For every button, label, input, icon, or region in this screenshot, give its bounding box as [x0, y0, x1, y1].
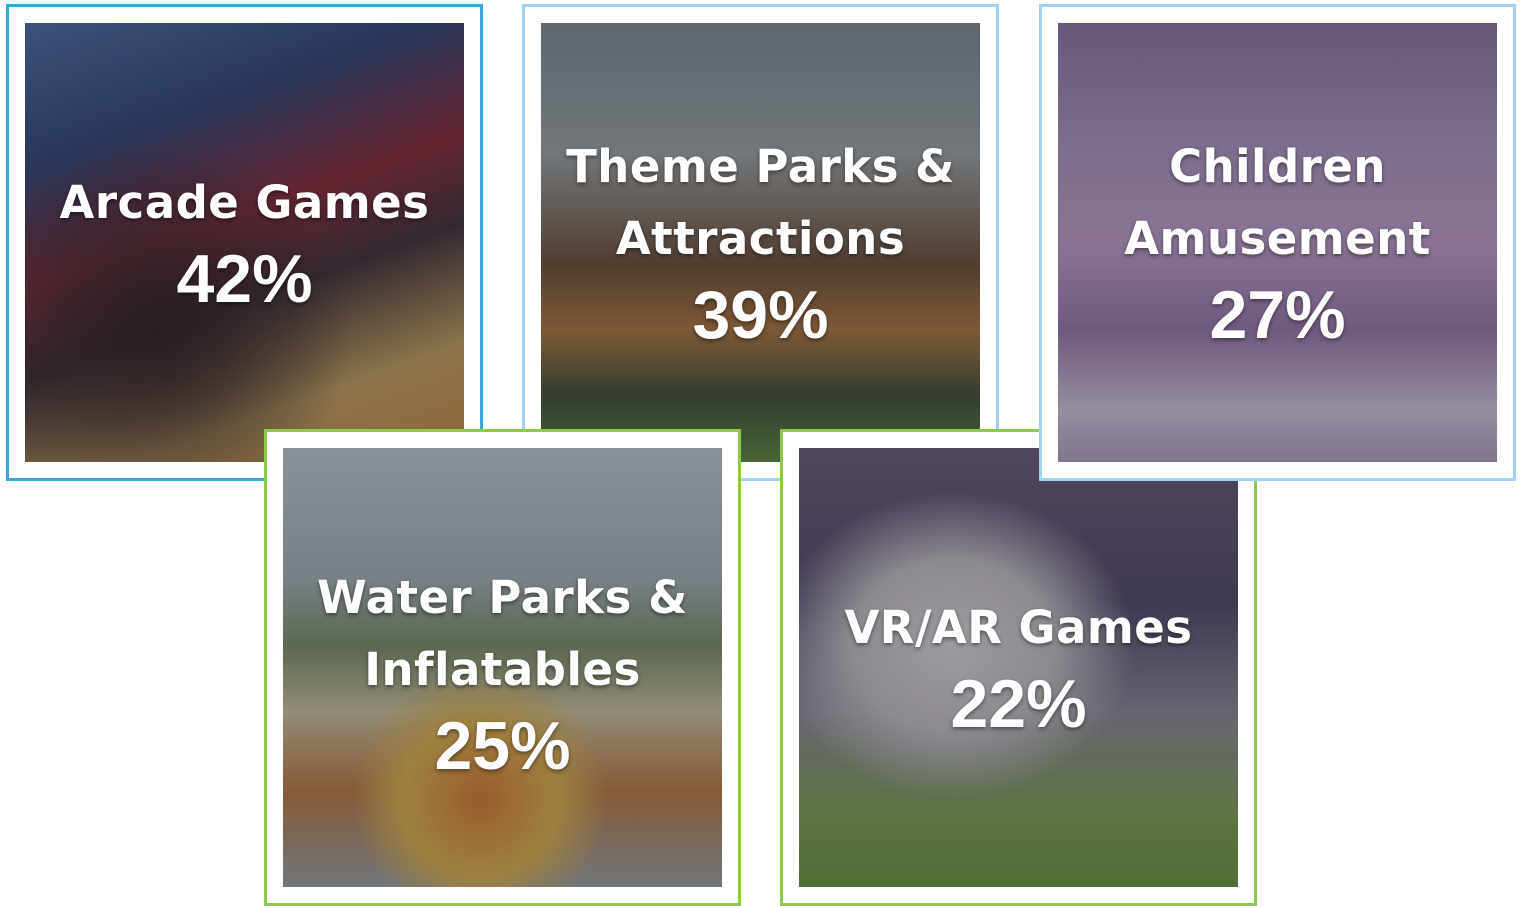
tile-label: VR/AR Games [844, 601, 1193, 654]
tile-children-amusement: Children Amusement 27% [1039, 4, 1516, 481]
tile-percentage: 22% [950, 666, 1087, 742]
tile-label-second-line: Amusement [1124, 212, 1431, 265]
tile-caption: Children Amusement 27% [1042, 131, 1513, 355]
tile-percentage: 39% [692, 277, 829, 353]
tile-percentage: 25% [434, 708, 571, 784]
tile-label: Theme Parks & [566, 140, 955, 193]
tile-vr-ar-games: VR/AR Games 22% [780, 429, 1257, 906]
tile-label-second-line: Attractions [615, 212, 906, 265]
tile-caption: Water Parks & Inflatables 25% [267, 562, 738, 786]
tile-percentage: 27% [1209, 277, 1346, 353]
tile-theme-parks: Theme Parks & Attractions 39% [522, 4, 999, 481]
tile-caption: Theme Parks & Attractions 39% [525, 131, 996, 355]
tile-percentage: 42% [176, 241, 313, 317]
tile-label: Water Parks & [317, 571, 688, 624]
tile-label-second-line: Inflatables [364, 643, 641, 696]
tile-caption: VR/AR Games 22% [783, 592, 1254, 744]
tile-water-parks: Water Parks & Inflatables 25% [264, 429, 741, 906]
tile-arcade-games: Arcade Games 42% [6, 4, 483, 481]
tile-caption: Arcade Games 42% [9, 167, 480, 319]
tile-label: Arcade Games [59, 176, 430, 229]
tile-label: Children [1169, 140, 1386, 193]
